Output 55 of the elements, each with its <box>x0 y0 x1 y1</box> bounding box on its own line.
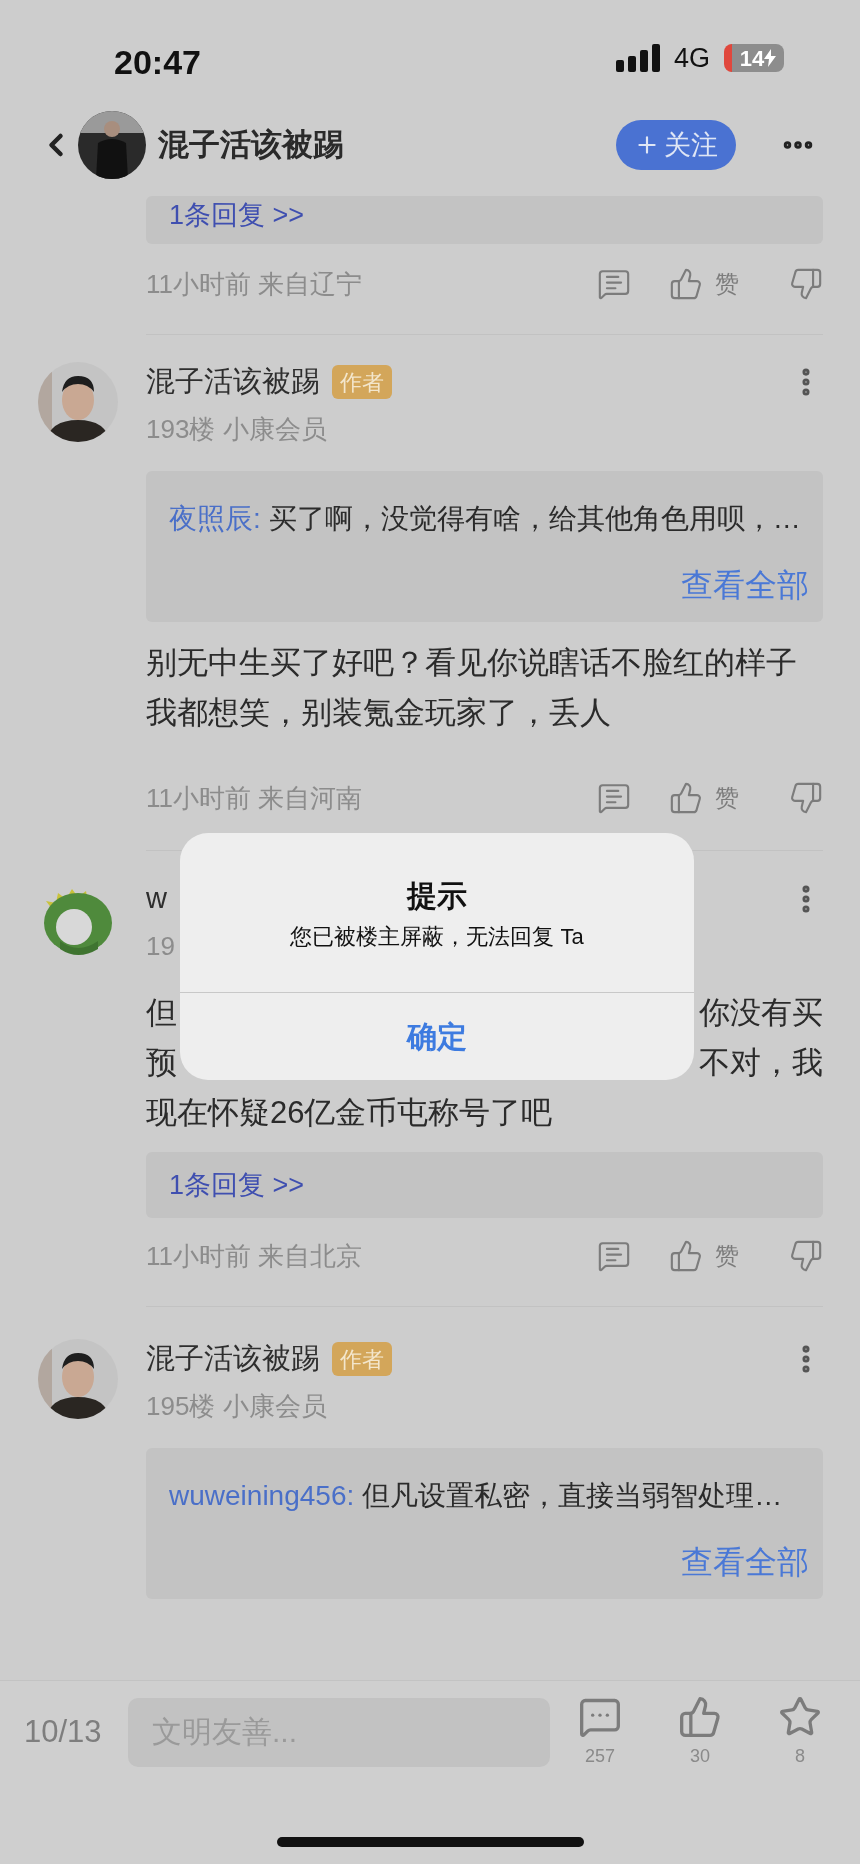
dislike-icon[interactable] <box>789 1239 823 1273</box>
follow-button[interactable]: 关注 <box>616 120 736 170</box>
thumbs-up-icon <box>669 267 703 301</box>
like-button[interactable]: 赞 <box>669 780 739 816</box>
action-button[interactable]: 257 <box>568 1694 632 1770</box>
battery-level: 14 <box>739 44 765 73</box>
comment-text: 预 <box>146 1043 177 1082</box>
quote-user[interactable]: 夜照辰: <box>169 498 261 540</box>
thumbs-up-icon <box>669 781 703 815</box>
signal-icon <box>615 44 660 72</box>
page-title: 混子活该被踢 <box>158 125 344 164</box>
floor-info: 193楼 小康会员 <box>146 412 327 446</box>
author-name[interactable]: 混子活该被踢 <box>146 360 320 404</box>
comment-text: 你没有买 <box>699 993 823 1032</box>
like-button[interactable]: 赞 <box>669 1238 739 1274</box>
floor-info: 195楼 小康会员 <box>146 1389 327 1423</box>
post-time-location: 11小时前 来自河南 <box>146 781 363 815</box>
quote-text: 但凡设置私密，直接当弱智处理… <box>362 1479 783 1513</box>
confirm-button[interactable]: 确定 <box>180 993 694 1080</box>
comment-text: 但 <box>146 993 177 1032</box>
thumbs-up-icon <box>678 1694 722 1739</box>
dialog-title: 提示 <box>407 877 467 913</box>
replies-box[interactable]: 1条回复 >> <box>146 196 823 244</box>
author-badge: 作者 <box>332 365 392 399</box>
quote-text: 买了啊，没觉得有啥，给其他角色用呗，… <box>268 502 801 536</box>
quote-box[interactable]: 夜照辰: 买了啊，没觉得有啥，给其他角色用呗，… 查看全部 <box>146 471 823 622</box>
dislike-icon[interactable] <box>789 781 823 815</box>
page-counter: 10/13 <box>24 1712 103 1751</box>
view-all-link[interactable]: 查看全部 <box>681 1538 809 1586</box>
author-badge: 作者 <box>332 1342 392 1376</box>
replies-box[interactable]: 1条回复 >> <box>146 1152 823 1218</box>
author-name[interactable]: 混子活该被踢 <box>146 1337 320 1381</box>
network-type: 4G <box>673 41 710 75</box>
dislike-icon[interactable] <box>789 267 823 301</box>
status-time: 20:47 <box>114 42 201 83</box>
dialog-message: 您已被楼主屏蔽，无法回复 Ta <box>290 922 584 951</box>
like-button[interactable]: 赞 <box>669 266 739 302</box>
comment-text: 不对，我 <box>699 1043 823 1082</box>
action-button[interactable]: 30 <box>668 1694 732 1770</box>
thumbs-up-icon <box>669 1239 703 1273</box>
comment-icon[interactable] <box>597 1239 631 1273</box>
view-all-link[interactable]: 查看全部 <box>681 561 809 609</box>
post-time-location: 11小时前 来自北京 <box>146 1239 363 1273</box>
quote-user[interactable]: wuweining456: <box>169 1475 355 1517</box>
comment-icon[interactable] <box>597 781 631 815</box>
post-time-location: 11小时前 来自辽宁 <box>146 267 363 301</box>
author-name[interactable]: w <box>146 877 167 921</box>
replies-link[interactable]: 1条回复 >> <box>169 1164 305 1206</box>
action-button[interactable]: 8 <box>768 1694 832 1770</box>
floor-info: 19 <box>146 929 175 963</box>
comment-text: 别无中生买了好吧？看见你说瞎话不脸红的样子我都想笑，别装氪金玩家了，丢人 <box>146 644 798 732</box>
replies-link[interactable]: 1条回复 >> <box>169 194 305 236</box>
comment-text: 现在怀疑26亿金币屯称号了吧 <box>146 1093 553 1132</box>
comment-icon[interactable] <box>597 267 631 301</box>
quote-box[interactable]: wuweining456: 但凡设置私密，直接当弱智处理… 查看全部 <box>146 1448 823 1599</box>
